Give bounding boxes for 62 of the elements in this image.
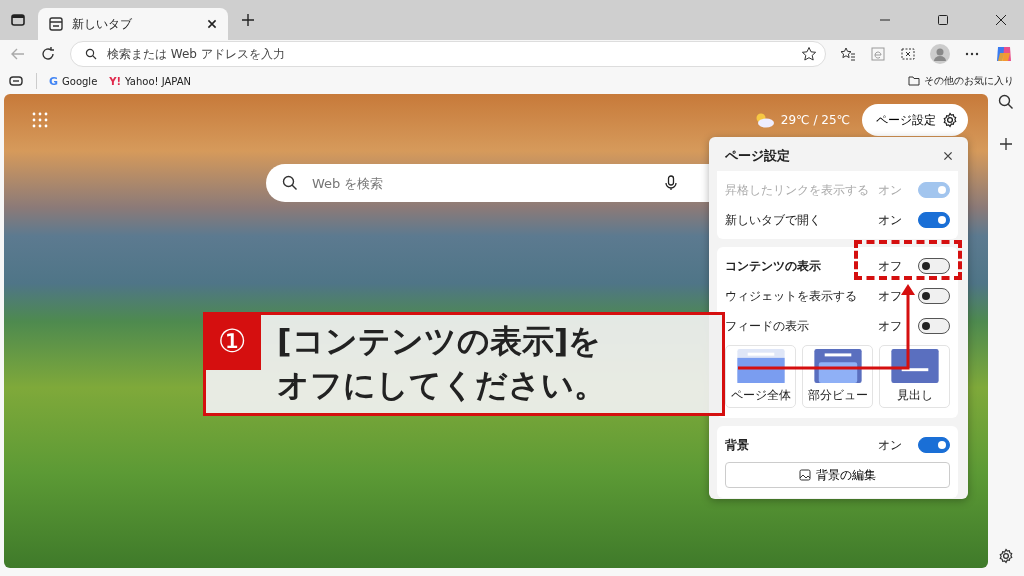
favorites-icon[interactable]: [840, 46, 856, 62]
browser-tab[interactable]: 新しいタブ: [38, 8, 228, 40]
layout-label: ページ全体: [730, 387, 791, 404]
toggle-state-label: オン: [878, 211, 902, 229]
folder-icon: [908, 75, 920, 87]
settings-icon[interactable]: [998, 548, 1014, 564]
weather-temperature: 29℃ / 25℃: [780, 113, 850, 127]
toggle-switch[interactable]: [918, 318, 950, 334]
refresh-icon[interactable]: [40, 46, 56, 62]
layout-option[interactable]: 見出し: [879, 345, 950, 408]
address-bar[interactable]: 検索または Web アドレスを入力: [70, 41, 826, 67]
toggle-state-label: オフ: [878, 317, 902, 335]
layout-label: 見出し: [896, 387, 933, 404]
search-icon: [282, 175, 298, 191]
toggle-switch[interactable]: [918, 288, 950, 304]
page-icon: [48, 16, 64, 32]
star-icon[interactable]: [801, 46, 817, 62]
step-number-badge: ①: [203, 312, 261, 370]
tab-title: 新しいタブ: [72, 15, 133, 33]
web-search-field[interactable]: Web を検索: [266, 164, 709, 202]
setting-label: フィードの表示: [725, 317, 810, 335]
tab-actions-icon[interactable]: [10, 12, 26, 28]
instruction-text: [コンテンツの表示]を: [277, 321, 603, 362]
page-settings-button[interactable]: ページ設定: [862, 104, 968, 136]
layout-label: 部分ビュー: [807, 387, 868, 404]
other-favorites-folder[interactable]: その他のお気に入り: [908, 74, 1014, 88]
edit-background-button[interactable]: 背景の編集: [725, 462, 950, 488]
logo-letter: G: [49, 74, 59, 88]
add-icon[interactable]: [998, 136, 1014, 152]
setting-label: 新しいタブで開く: [725, 211, 822, 229]
new-tab-icon[interactable]: [240, 12, 256, 28]
image-icon: [799, 469, 811, 481]
screenshot-icon[interactable]: [900, 46, 916, 62]
panel-title: ページ設定: [725, 147, 790, 165]
toggle-state-label: オフ: [878, 257, 902, 275]
settings-icon: [942, 112, 958, 128]
close-icon[interactable]: [206, 18, 218, 30]
search-icon[interactable]: [998, 94, 1014, 110]
close-icon[interactable]: [942, 150, 954, 162]
toggle-switch[interactable]: [918, 258, 950, 274]
setting-label: 昇格したリンクを表示する: [725, 181, 870, 199]
workspaces-icon[interactable]: [8, 73, 24, 89]
setting-label: ウィジェットを表示する: [725, 287, 858, 305]
avatar-icon[interactable]: [930, 44, 950, 64]
search-icon: [85, 48, 97, 60]
instruction-text: オフにしてください。: [277, 365, 606, 406]
logo-letter: Y!: [109, 75, 122, 87]
toggle-state-label: オン: [878, 436, 902, 454]
toggle-switch[interactable]: [918, 212, 950, 228]
setting-label: 背景: [725, 436, 750, 454]
toggle-state-label: オン: [878, 181, 902, 199]
setting-label: コンテンツの表示: [725, 257, 822, 275]
layout-option[interactable]: ページ全体: [725, 345, 796, 408]
layout-option[interactable]: 部分ビュー: [802, 345, 873, 408]
address-input[interactable]: 検索または Web アドレスを入力: [105, 46, 793, 62]
bookmark-link[interactable]: Y! Yahoo! JAPAN: [109, 75, 192, 87]
bookmark-link[interactable]: G Google: [49, 74, 98, 88]
copilot-icon[interactable]: [994, 44, 1014, 64]
toggle-switch[interactable]: [918, 437, 950, 453]
toggle-state-label: オフ: [878, 287, 902, 305]
apps-grid-icon[interactable]: [32, 112, 48, 128]
microphone-icon[interactable]: [663, 175, 679, 191]
